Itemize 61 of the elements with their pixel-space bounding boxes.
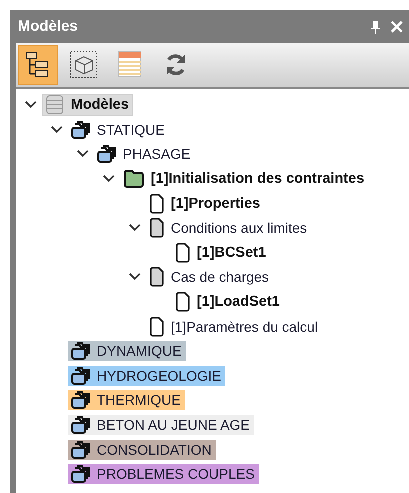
tree-item-tag[interactable]: HYDROGEOLOGIE — [68, 366, 226, 386]
database-icon — [45, 95, 65, 116]
tree-item-label: Modèles — [71, 97, 130, 114]
tree-item-label: PROBLEMES COUPLES — [97, 466, 255, 482]
page-icon — [149, 267, 165, 288]
page-icon — [149, 316, 165, 337]
tree-item[interactable]: Modèles — [42, 94, 134, 116]
tree-item-label: CONSOLIDATION — [97, 442, 212, 458]
tree-item-label: PHASAGE — [123, 146, 191, 162]
tree-item-label: STATIQUE — [97, 122, 165, 138]
tree-item[interactable]: STATIQUE — [68, 120, 169, 140]
tree-item[interactable]: [1]LoadSet1 — [172, 291, 284, 314]
tree-item-label: [1]Paramètres du calcul — [171, 318, 318, 335]
tree-item-label: [1]Properties — [171, 196, 260, 212]
tree-item-label: [1]Initialisation des contraintes — [151, 171, 365, 188]
collapse-chevron-icon[interactable] — [77, 150, 89, 158]
tree-item-label: HYDROGEOLOGIE — [97, 368, 222, 384]
tree-item[interactable]: Cas de charges — [146, 266, 274, 288]
collapse-chevron-icon[interactable] — [25, 101, 37, 110]
folders-icon — [71, 465, 91, 484]
tree-item-label: Conditions aux limites — [171, 220, 308, 236]
collapse-chevron-icon[interactable] — [129, 273, 141, 282]
tree-item-label: THERMIQUE — [97, 392, 181, 408]
folders-icon — [71, 366, 91, 385]
tree-item[interactable]: PHASAGE — [94, 144, 195, 164]
folder-icon — [123, 170, 145, 188]
tree-icon — [26, 52, 50, 78]
close-icon[interactable] — [391, 20, 403, 32]
tree-view-button[interactable] — [18, 45, 58, 85]
page-icon — [175, 242, 191, 263]
folders-icon — [97, 145, 117, 164]
tree-item-label: DYNAMIQUE — [97, 343, 182, 360]
tree-item-label: BETON AU JEUNE AGE — [97, 417, 250, 434]
tree-item-tag[interactable]: THERMIQUE — [68, 390, 185, 410]
panel-title: Modèles — [18, 18, 80, 35]
folders-icon — [71, 440, 91, 459]
tree-item-label: [1]BCSet1 — [197, 244, 266, 261]
folders-icon — [71, 342, 91, 360]
tree-item-tag[interactable]: PROBLEMES COUPLES — [68, 464, 259, 484]
pin-icon[interactable] — [370, 20, 381, 34]
tree-item-label: [1]LoadSet1 — [197, 294, 280, 310]
tree-item[interactable]: [1]Initialisation des contraintes — [120, 169, 369, 190]
page-icon — [149, 218, 165, 238]
page-icon — [175, 292, 191, 312]
tree-item-tag[interactable]: BETON AU JEUNE AGE — [68, 415, 254, 436]
collapse-chevron-icon[interactable] — [103, 175, 115, 184]
folders-icon — [71, 391, 91, 410]
folders-icon — [71, 416, 91, 434]
tree-item-label: Cas de charges — [171, 269, 270, 286]
collapse-chevron-icon[interactable] — [129, 224, 141, 232]
cube-icon — [70, 51, 98, 79]
table-icon — [117, 51, 143, 79]
collapse-chevron-icon[interactable] — [51, 126, 63, 134]
tree-item[interactable]: Conditions aux limites — [146, 217, 312, 240]
tree-item-tag[interactable]: DYNAMIQUE — [68, 341, 186, 362]
tree-item[interactable]: [1]Properties — [146, 192, 264, 215]
tree-item[interactable]: [1]BCSet1 — [172, 242, 270, 264]
page-icon — [149, 194, 165, 214]
tree-item[interactable]: [1]Paramètres du calcul — [146, 316, 322, 338]
folders-icon — [71, 120, 91, 139]
tree-item-tag[interactable]: CONSOLIDATION — [68, 440, 216, 460]
